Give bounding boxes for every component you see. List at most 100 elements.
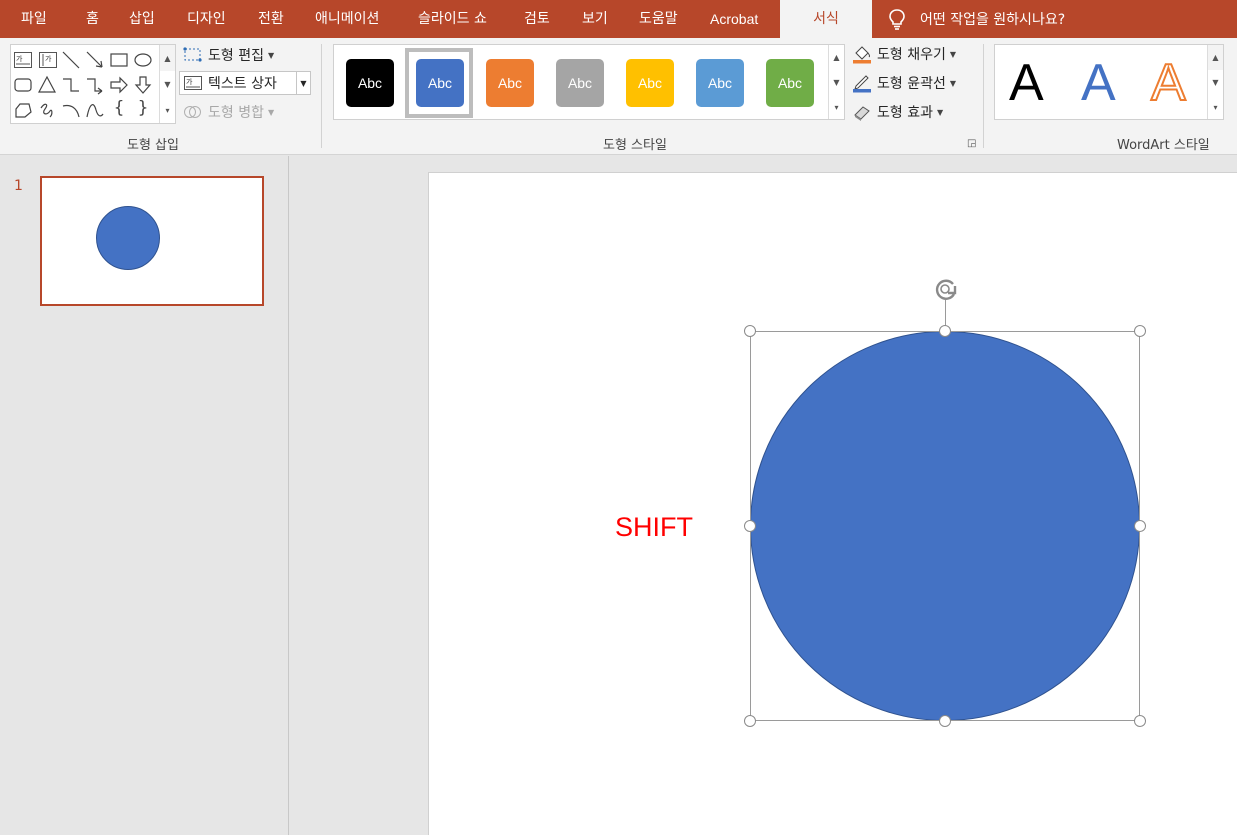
resize-handle-bottom[interactable] xyxy=(939,715,951,727)
resize-handle-right[interactable] xyxy=(1134,520,1146,532)
down-arrow-shape-icon[interactable] xyxy=(133,75,153,95)
freeform-shape-icon[interactable] xyxy=(13,100,33,120)
curve-icon[interactable] xyxy=(85,100,105,120)
shape-effects-icon xyxy=(854,106,870,121)
shape-outline-button[interactable]: 도형 윤곽선 ▼ xyxy=(852,71,956,95)
styles-gallery-scroll-down[interactable]: ▼ xyxy=(828,70,844,95)
dialog-launcher-icon[interactable]: ◲ xyxy=(967,138,976,149)
style-swatch[interactable]: Abc xyxy=(486,59,534,107)
tab-format[interactable]: 서식 xyxy=(780,0,872,38)
slide-thumbnail[interactable] xyxy=(40,176,264,306)
swatch-text: Abc xyxy=(567,75,593,91)
shape-fill-label: 도형 채우기 xyxy=(877,47,946,63)
wordart-sample-black[interactable]: A xyxy=(1009,49,1044,117)
style-swatch[interactable]: Abc xyxy=(346,59,394,107)
rectangle-icon[interactable] xyxy=(109,50,129,70)
rotate-icon[interactable] xyxy=(931,275,961,303)
scroll-down-icon: ▼ xyxy=(164,79,171,89)
swatch-text: Abc xyxy=(637,75,663,91)
svg-text:가: 가 xyxy=(186,77,193,86)
dropdown-caret-icon: ▼ xyxy=(949,49,957,59)
styles-gallery-more[interactable]: ▾ xyxy=(828,95,844,119)
dropdown-caret-icon: ▼ xyxy=(267,107,275,117)
shapes-gallery-scroll-up[interactable]: ▲ xyxy=(159,45,175,71)
selection-bounding-box xyxy=(750,331,1140,721)
tab-animations[interactable]: 애니메이션 xyxy=(315,0,379,38)
tab-home[interactable]: 홈 xyxy=(86,0,99,38)
resize-handle-top[interactable] xyxy=(939,325,951,337)
merge-shapes-button: 도형 병합 ▼ xyxy=(183,100,274,124)
merge-shapes-icon xyxy=(184,106,201,118)
edit-shape-button[interactable]: 도형 편집 ▼ xyxy=(183,43,274,67)
scribble-icon[interactable] xyxy=(37,100,57,120)
resize-handle-top-right[interactable] xyxy=(1134,325,1146,337)
right-arrow-shape-icon[interactable] xyxy=(109,75,129,95)
svg-text:가: 가 xyxy=(16,54,23,63)
resize-handle-bottom-left[interactable] xyxy=(744,715,756,727)
tab-slide-show[interactable]: 슬라이드 쇼 xyxy=(418,0,487,38)
tell-me-text: 어떤 작업을 원하시나요? xyxy=(920,12,1066,28)
text-box-dropdown[interactable]: ▼ xyxy=(296,72,310,94)
wordart-gallery-more[interactable]: ▾ xyxy=(1207,95,1223,119)
horizontal-text-box-icon[interactable]: 가 xyxy=(13,50,33,70)
tab-acrobat[interactable]: Acrobat xyxy=(710,0,758,38)
right-brace-icon[interactable]: } xyxy=(133,98,153,118)
edit-shape-icon xyxy=(183,47,202,62)
shapes-gallery-scroll-down[interactable]: ▼ xyxy=(159,71,175,97)
shape-styles-group-label: 도형 스타일 xyxy=(603,138,667,153)
triangle-icon[interactable] xyxy=(37,75,57,95)
elbow-arrow-connector-icon[interactable] xyxy=(85,75,105,95)
wordart-gallery-scroll-down[interactable]: ▼ xyxy=(1207,70,1223,95)
tab-file[interactable]: 파일 xyxy=(21,0,47,38)
tab-insert[interactable]: 삽입 xyxy=(129,0,155,38)
vertical-text-box-icon[interactable]: 가 xyxy=(38,50,58,70)
style-swatch[interactable]: Abc xyxy=(556,59,604,107)
style-swatch[interactable]: Abc xyxy=(696,59,744,107)
wordart-sample-orange-outline[interactable]: A xyxy=(1150,49,1187,117)
arrow-line-icon[interactable] xyxy=(85,50,105,70)
shape-styles-gallery[interactable]: Abc Abc Abc Abc Abc Abc Abc ▲ ▼ ▾ xyxy=(333,44,845,120)
wordart-styles-gallery[interactable]: A A A ▲ ▼ ▾ xyxy=(994,44,1224,120)
insert-shapes-group-label: 도형 삽입 xyxy=(127,138,179,153)
styles-gallery-scroll-up[interactable]: ▲ xyxy=(828,45,844,70)
shapes-gallery[interactable]: 가 가 { } ▲ ▼ ▾ xyxy=(10,44,176,124)
resize-handle-top-left[interactable] xyxy=(744,325,756,337)
tab-help[interactable]: 도움말 xyxy=(639,0,678,38)
ribbon-tab-bar: 파일 홈 삽입 디자인 전환 애니메이션 슬라이드 쇼 검토 보기 도움말 Ac… xyxy=(0,0,1237,38)
shape-effects-button[interactable]: 도형 효과 ▼ xyxy=(852,100,943,124)
left-brace-icon[interactable]: { xyxy=(109,98,129,118)
line-icon[interactable] xyxy=(61,50,81,70)
slide-thumbnail-pane: 1 xyxy=(0,156,289,835)
shift-text-label[interactable]: SHIFT xyxy=(615,512,693,543)
wordart-sample-blue[interactable]: A xyxy=(1081,49,1116,117)
ribbon: 가 가 { } ▲ ▼ ▾ 도형 편집 ▼ 가 텍스트 상자 ▼ 도형 병합 ▼ xyxy=(0,38,1237,155)
tab-design[interactable]: 디자인 xyxy=(187,0,226,38)
tab-review[interactable]: 검토 xyxy=(524,0,550,38)
resize-handle-bottom-right[interactable] xyxy=(1134,715,1146,727)
selected-style-highlight xyxy=(405,48,473,118)
text-box-button[interactable]: 가 텍스트 상자 ▼ xyxy=(179,71,311,95)
style-swatch[interactable]: Abc xyxy=(766,59,814,107)
lightbulb-icon xyxy=(889,9,905,30)
scroll-up-icon: ▲ xyxy=(164,53,171,63)
wordart-group-label: WordArt 스타일 xyxy=(1117,138,1210,153)
wordart-gallery-scroll-up[interactable]: ▲ xyxy=(1207,45,1223,70)
group-divider xyxy=(321,44,322,148)
shapes-gallery-more[interactable]: ▾ xyxy=(159,97,175,123)
text-box-icon: 가 xyxy=(184,76,202,90)
tab-view[interactable]: 보기 xyxy=(582,0,608,38)
swatch-text: Abc xyxy=(777,75,803,91)
rounded-rectangle-icon[interactable] xyxy=(13,75,33,95)
gallery-more-icon: ▾ xyxy=(165,105,170,115)
tell-me-search[interactable]: 어떤 작업을 원하시나요? xyxy=(888,0,1065,38)
elbow-connector-icon[interactable] xyxy=(61,75,81,95)
shape-fill-button[interactable]: 도형 채우기 ▼ xyxy=(852,42,956,66)
style-swatch[interactable]: Abc xyxy=(626,59,674,107)
swatch-text: Abc xyxy=(357,75,383,91)
oval-icon[interactable] xyxy=(133,50,153,70)
resize-handle-left[interactable] xyxy=(744,520,756,532)
swatch-text: Abc xyxy=(707,75,733,91)
tab-transitions[interactable]: 전환 xyxy=(258,0,284,38)
arc-icon[interactable] xyxy=(61,100,81,120)
edit-shape-label: 도형 편집 xyxy=(208,48,264,64)
